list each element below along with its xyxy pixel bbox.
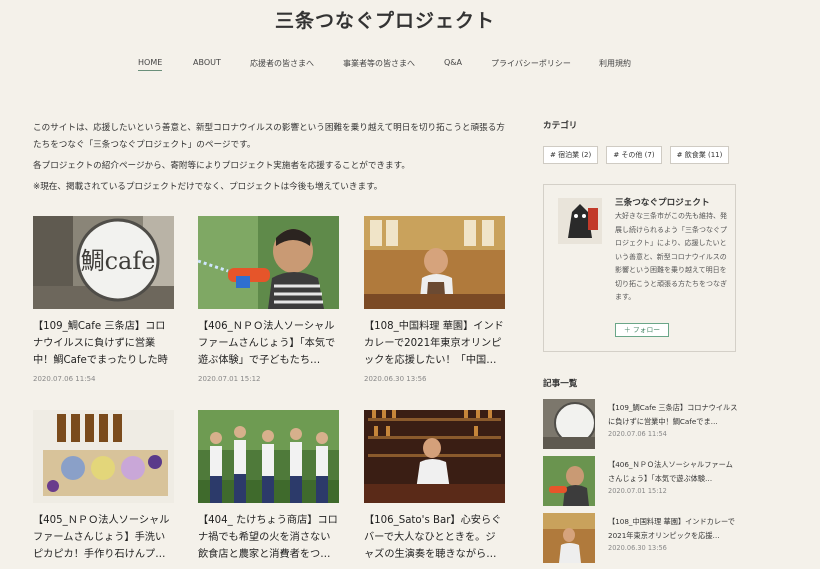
nav-supporters[interactable]: 応援者の皆さまへ xyxy=(250,58,314,69)
intro-paragraph: 各プロジェクトの紹介ページから、寄附等によりプロジェクト実施者を応援することがで… xyxy=(33,161,410,171)
nav-businesses[interactable]: 事業者等の皆さまへ xyxy=(343,58,415,69)
tag-lodging[interactable]: # 宿泊業 (2) xyxy=(543,146,599,164)
nav-terms[interactable]: 利用規約 xyxy=(599,58,631,69)
site-title[interactable]: 三条つなぐプロジェクト xyxy=(0,6,770,33)
chef-kitchen-photo[interactable] xyxy=(543,513,595,563)
bartender-photo[interactable] xyxy=(364,410,505,503)
chef-kitchen-photo[interactable] xyxy=(364,216,505,309)
main-nav: HOME ABOUT 応援者の皆さまへ 事業者等の皆さまへ Q&A プライバシー… xyxy=(0,58,820,74)
recent-article-date: 2020.07.01 15:12 xyxy=(608,487,667,495)
card-title[interactable]: 【106_Sato's Bar】心安らぐバーで大人なひとときを。ジャズの生演奏を… xyxy=(364,512,505,563)
intro-paragraph: このサイトは、応援したいという善意と、新型コロナウイルスの影響という困難を乗り越… xyxy=(33,123,505,150)
recent-articles-heading: 記事一覧 xyxy=(543,379,578,389)
category-tags: # 宿泊業 (2) # その他 (7) # 飲食業 (11) xyxy=(543,142,743,164)
project-card[interactable]: 【404_ たけちょう商店】コロナ禍でも希望の火を消さない飲食店と農家と消費者を… xyxy=(198,410,339,569)
cafe-sign-photo[interactable] xyxy=(543,399,595,449)
recent-article-title[interactable]: 【108_中国料理 華園】インドカレーで2021年東京オリンピックを応援… xyxy=(608,515,738,543)
recent-article-title[interactable]: 【406_ＮＰＯ法人ソーシャルファームさんじょう】「本気で遊ぶ体験… xyxy=(608,458,738,486)
water-gun-boy-photo[interactable] xyxy=(543,456,595,506)
profile-description: 大好きな三条市がこの先も維持、発展し続けられるよう「三条つなぐプロジェクト」によ… xyxy=(615,212,727,301)
profile-name[interactable]: 三条つなぐプロジェクト xyxy=(615,196,710,208)
nav-privacy[interactable]: プライバシーポリシー xyxy=(491,58,571,69)
farmers-group-photo[interactable] xyxy=(198,410,339,503)
intro-text: このサイトは、応援したいという善意と、新型コロナウイルスの影響という困難を乗り越… xyxy=(33,120,513,200)
project-card[interactable]: 【406_ＮＰＯ法人ソーシャルファームさんじょう】「本気で遊ぶ体験」で子どもたち… xyxy=(198,216,339,383)
card-title[interactable]: 【406_ＮＰＯ法人ソーシャルファームさんじょう】「本気で遊ぶ体験」で子どもたち… xyxy=(198,318,339,369)
category-heading: カテゴリ xyxy=(543,121,578,131)
nav-qa[interactable]: Q&A xyxy=(444,58,462,67)
project-card[interactable]: 【405_ＮＰＯ法人ソーシャルファームさんじょう】手洗いピカピカ！手作り石けんプ… xyxy=(33,410,174,569)
nav-about[interactable]: ABOUT xyxy=(193,58,221,67)
profile-card: 三条つなぐプロジェクト 大好きな三条市がこの先も維持、発展し続けられるよう「三条… xyxy=(543,184,736,352)
water-gun-boy-photo[interactable] xyxy=(198,216,339,309)
recent-article-title[interactable]: 【109_鯛Cafe 三条店】コロナウイルスに負けずに営業中！鯛Cafeでま… xyxy=(608,401,738,429)
recent-article-item[interactable]: 【109_鯛Cafe 三条店】コロナウイルスに負けずに営業中！鯛Cafeでま… … xyxy=(543,399,738,451)
follow-button[interactable]: ＋ フォロー xyxy=(615,323,669,337)
cafe-sign-photo[interactable]: 鯛cafe xyxy=(33,216,174,309)
tag-other[interactable]: # その他 (7) xyxy=(606,146,662,164)
project-card[interactable]: 鯛cafe 【109_鯛Cafe 三条店】コロナウイルスに負けずに営業中！鯛Ca… xyxy=(33,216,174,383)
recent-article-item[interactable]: 【108_中国料理 華園】インドカレーで2021年東京オリンピックを応援… 20… xyxy=(543,513,738,565)
profile-avatar[interactable] xyxy=(558,198,602,244)
card-title[interactable]: 【109_鯛Cafe 三条店】コロナウイルスに負けずに営業中！鯛Cafeでまった… xyxy=(33,318,174,369)
intro-notice: ※現在、掲載されているプロジェクトだけでなく、プロジェクトは今後も増えていきます… xyxy=(33,182,383,192)
card-date: 2020.07.01 15:12 xyxy=(198,375,261,383)
card-title[interactable]: 【108_中国料理 華園】インドカレーで2021年東京オリンピックを応援したい！… xyxy=(364,318,505,369)
project-card[interactable]: 【106_Sato's Bar】心安らぐバーで大人なひとときを。ジャズの生演奏を… xyxy=(364,410,505,569)
recent-article-item[interactable]: 【406_ＮＰＯ法人ソーシャルファームさんじょう】「本気で遊ぶ体験… 2020.… xyxy=(543,456,738,508)
recent-article-date: 2020.06.30 13:56 xyxy=(608,544,667,552)
card-title[interactable]: 【405_ＮＰＯ法人ソーシャルファームさんじょう】手洗いピカピカ！手作り石けんプ… xyxy=(33,512,174,563)
recent-article-date: 2020.07.06 11:54 xyxy=(608,430,667,438)
card-date: 2020.07.06 11:54 xyxy=(33,375,96,383)
tag-food[interactable]: # 飲食業 (11) xyxy=(669,146,730,164)
nav-home[interactable]: HOME xyxy=(138,58,163,71)
card-title[interactable]: 【404_ たけちょう商店】コロナ禍でも希望の火を消さない飲食店と農家と消費者を… xyxy=(198,512,339,563)
project-card[interactable]: 【108_中国料理 華園】インドカレーで2021年東京オリンピックを応援したい！… xyxy=(364,216,505,383)
cafe-sign-text: 鯛cafe xyxy=(81,247,156,275)
handmade-soap-photo[interactable] xyxy=(33,410,174,503)
card-date: 2020.06.30 13:56 xyxy=(364,375,427,383)
